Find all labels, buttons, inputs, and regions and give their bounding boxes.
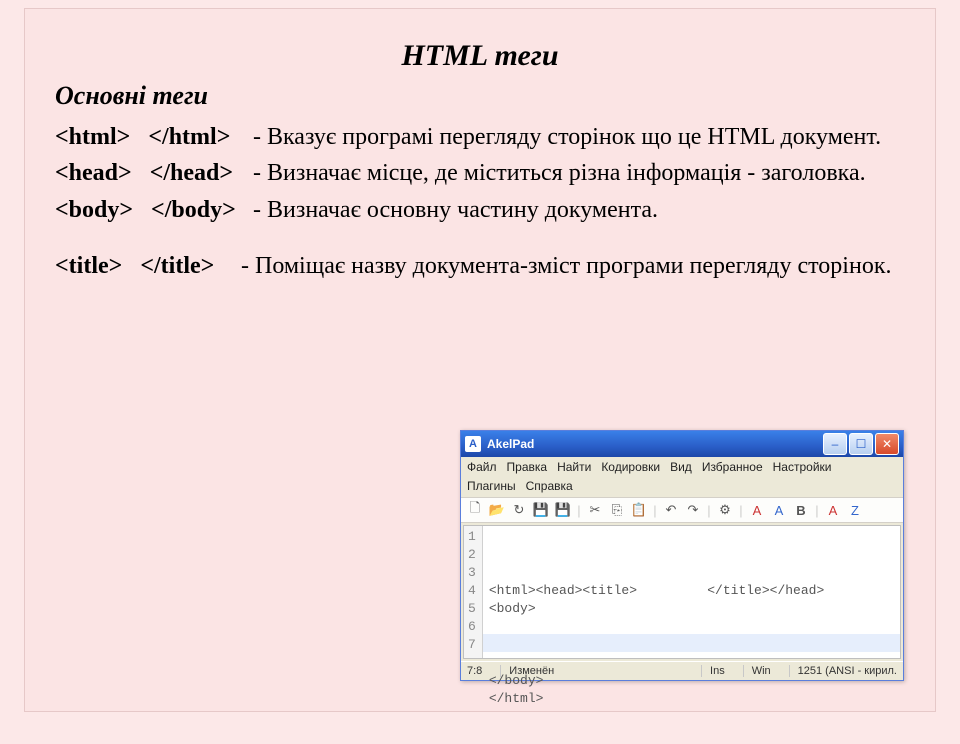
- saveall-icon[interactable]: 💾: [554, 501, 572, 519]
- sort-icon[interactable]: A: [824, 501, 842, 519]
- tag-close: </html>: [148, 124, 230, 150]
- tag-desc: - Визначає основну частину документа.: [253, 194, 905, 226]
- tag-open: <head>: [55, 160, 132, 186]
- separator-icon: |: [576, 501, 582, 519]
- line-gutter: 1 2 3 4 5 6 7: [464, 526, 483, 658]
- toolbar: 🗋 📂 ↻ 💾 💾 | ✂ ⎘ 📋 | ↶ ↷ | ⚙ | A A B | A …: [461, 497, 903, 523]
- bold-icon[interactable]: B: [792, 501, 810, 519]
- settings-icon[interactable]: ⚙: [716, 501, 734, 519]
- app-icon: A: [465, 436, 481, 452]
- tag-close: </head>: [150, 160, 233, 186]
- open-icon[interactable]: 📂: [488, 501, 506, 519]
- separator-icon: |: [738, 501, 744, 519]
- menu-edit[interactable]: Правка: [507, 460, 548, 474]
- tag-desc: - Вказує програмі перегляду сторінок що …: [253, 121, 905, 153]
- tag-close: </body>: [151, 197, 236, 223]
- separator-icon: |: [652, 501, 658, 519]
- menubar: Файл Правка Найти Кодировки Вид Избранно…: [461, 457, 903, 477]
- cut-icon[interactable]: ✂: [586, 501, 604, 519]
- menu-favorites[interactable]: Избранное: [702, 460, 763, 474]
- menu-encodings[interactable]: Кодировки: [601, 460, 660, 474]
- tag-row-body: <body> </body> - Визначає основну частин…: [55, 194, 905, 226]
- redo-icon[interactable]: ↷: [684, 501, 702, 519]
- font-dec-icon[interactable]: A: [770, 501, 788, 519]
- tag-open: <html>: [55, 124, 130, 150]
- separator-icon: |: [814, 501, 820, 519]
- editor-window: A AkelPad ‒ ☐ ✕ Файл Правка Найти Кодиро…: [460, 430, 904, 681]
- reload-icon[interactable]: ↻: [510, 501, 528, 519]
- menu-find[interactable]: Найти: [557, 460, 591, 474]
- tag-open: <body>: [55, 197, 133, 223]
- tag-close: </title>: [140, 253, 214, 279]
- code-text[interactable]: <html><head><title> </title></head> <bod…: [483, 526, 900, 658]
- tag-desc: - Визначає місце, де міститься різна інф…: [253, 157, 905, 189]
- close-button[interactable]: ✕: [875, 433, 899, 455]
- paste-icon[interactable]: 📋: [630, 501, 648, 519]
- code-area[interactable]: 1 2 3 4 5 6 7 <html><head><title> </titl…: [463, 525, 901, 659]
- menubar-row2: Плагины Справка: [461, 477, 903, 497]
- undo-icon[interactable]: ↶: [662, 501, 680, 519]
- subheading: Основні теги: [55, 81, 905, 111]
- tag-row-html: <html> </html> - Вказує програмі перегля…: [55, 121, 905, 153]
- new-icon[interactable]: 🗋: [466, 501, 484, 519]
- menu-plugins[interactable]: Плагины: [467, 479, 516, 493]
- menu-settings[interactable]: Настройки: [773, 460, 832, 474]
- tag-desc: - Поміщає назву документа-зміст програми…: [241, 250, 905, 282]
- font-inc-icon[interactable]: A: [748, 501, 766, 519]
- tag-open: <title>: [55, 253, 122, 279]
- titlebar[interactable]: A AkelPad ‒ ☐ ✕: [461, 431, 903, 457]
- copy-icon[interactable]: ⎘: [608, 501, 626, 519]
- maximize-button[interactable]: ☐: [849, 433, 873, 455]
- separator-icon: |: [706, 501, 712, 519]
- app-title: AkelPad: [487, 437, 823, 451]
- tag-row-title: <title> </title> - Поміщає назву докумен…: [55, 250, 905, 282]
- status-pos: 7:8: [467, 665, 482, 677]
- menu-file[interactable]: Файл: [467, 460, 497, 474]
- page-title: HTML теги: [55, 39, 905, 73]
- minimize-button[interactable]: ‒: [823, 433, 847, 455]
- save-icon[interactable]: 💾: [532, 501, 550, 519]
- tag-row-head: <head> </head> - Визначає місце, де міст…: [55, 157, 905, 189]
- menu-help[interactable]: Справка: [526, 479, 573, 493]
- menu-view[interactable]: Вид: [670, 460, 692, 474]
- sort2-icon[interactable]: Z: [846, 501, 864, 519]
